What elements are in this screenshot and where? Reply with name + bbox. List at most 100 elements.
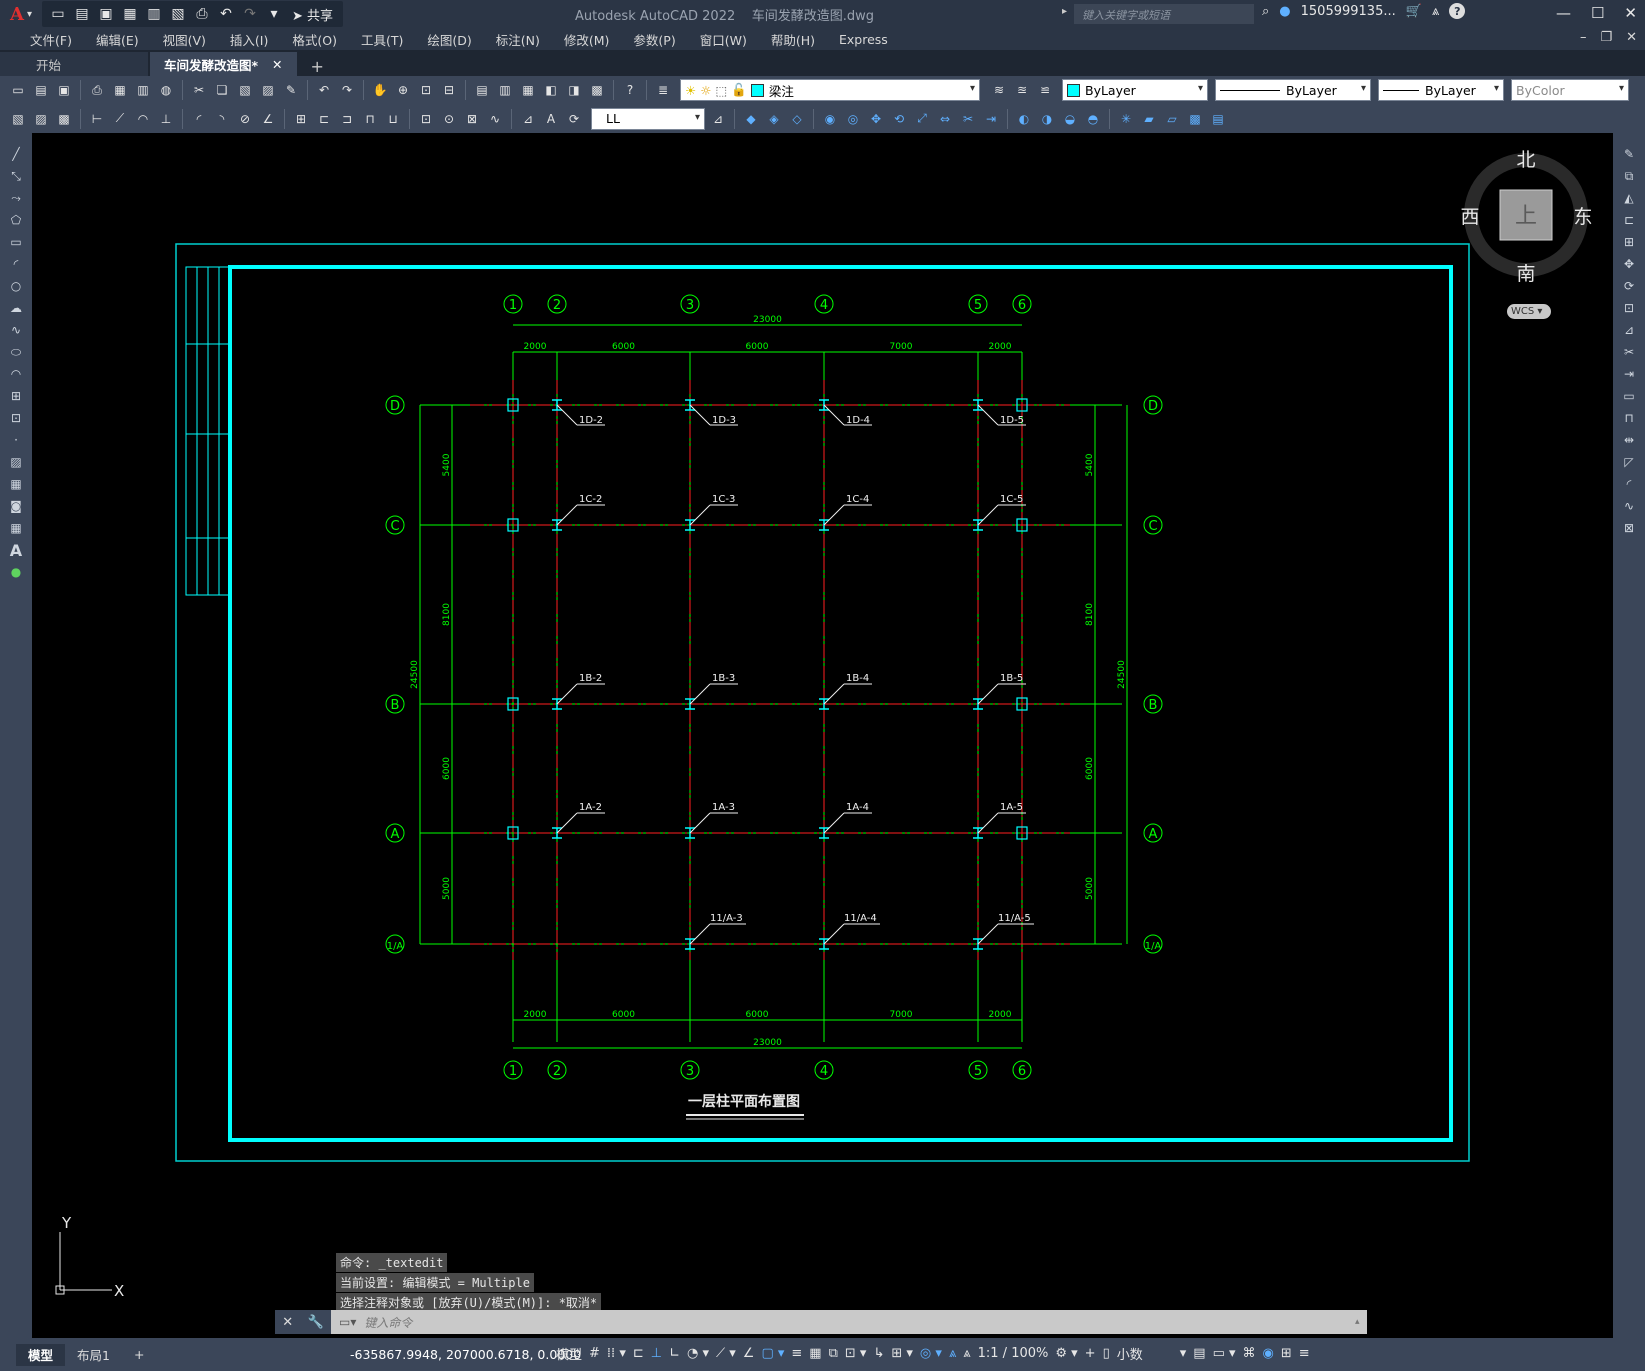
units-dropdown-icon[interactable]: ▾ <box>1180 1346 1187 1361</box>
dim-text-edit-icon[interactable]: A <box>541 109 561 129</box>
explode-icon[interactable]: ⊠ <box>1619 519 1639 537</box>
region-icon[interactable]: ◙ <box>6 497 26 515</box>
undo-icon[interactable]: ↶ <box>216 4 236 24</box>
undo-icon[interactable]: ↶ <box>314 80 334 100</box>
menu-format[interactable]: 格式(O) <box>280 30 349 49</box>
search-icon[interactable]: ⌕ <box>1262 4 1269 19</box>
center-mark-icon[interactable]: ⊙ <box>439 109 459 129</box>
paste-icon[interactable]: ▧ <box>235 80 255 100</box>
units-icon[interactable]: ▯ <box>1103 1346 1110 1361</box>
gizmo-icon[interactable]: ⊞ ▾ <box>891 1346 913 1361</box>
rotate-icon[interactable]: ⟳ <box>1619 277 1639 295</box>
scale-icon[interactable]: ⊡ <box>1619 299 1639 317</box>
snap-icon[interactable]: ⁞⁞ ▾ <box>607 1346 626 1361</box>
gradient-icon[interactable]: ▦ <box>6 475 26 493</box>
transparency-icon[interactable]: ▦ <box>809 1346 821 1361</box>
angular-icon[interactable]: ∠ <box>258 109 278 129</box>
linear-dim-icon[interactable]: ⊢ <box>87 109 107 129</box>
grid-icon[interactable]: # <box>589 1346 600 1361</box>
new-tab-button[interactable]: + <box>299 57 336 76</box>
brush-icon[interactable]: ✎ <box>281 80 301 100</box>
menu-file[interactable]: 文件(F) <box>18 30 84 49</box>
table-icon[interactable]: ▦ <box>6 519 26 537</box>
dim-edit-icon[interactable]: ⊿ <box>518 109 538 129</box>
search-expand-icon[interactable]: ▸ <box>1062 6 1067 17</box>
annotation-scale[interactable]: 1:1 / 100% <box>978 1346 1049 1361</box>
add-selected-icon[interactable]: ● <box>6 563 26 581</box>
menu-window[interactable]: 窗口(W) <box>688 30 759 49</box>
save-icon[interactable]: ▣ <box>54 80 74 100</box>
open-icon[interactable]: ▤ <box>31 80 51 100</box>
cart-icon[interactable]: 🛒 <box>1406 4 1422 19</box>
edit-spline-icon[interactable]: ▱ <box>1162 109 1182 129</box>
lock-ui-icon[interactable]: ▭ ▾ <box>1213 1346 1236 1361</box>
redo-icon[interactable]: ↷ <box>240 4 260 24</box>
move-icon[interactable]: ✥ <box>1619 255 1639 273</box>
stretch-icon[interactable]: ⇔ <box>935 109 955 129</box>
command-input[interactable]: ▭▾ 键入命令 <box>331 1310 1355 1334</box>
baseline-icon[interactable]: ⊏ <box>314 109 334 129</box>
calculator-icon[interactable]: ▩ <box>587 80 607 100</box>
infer-icon[interactable]: ⊏ <box>633 1346 644 1361</box>
inspect-icon[interactable]: ⊠ <box>462 109 482 129</box>
break-icon[interactable]: ⊔ <box>383 109 403 129</box>
explode-icon[interactable]: ✳ <box>1116 109 1136 129</box>
command-close-icon[interactable]: ✕ <box>282 1315 293 1330</box>
stretch-icon[interactable]: ⊿ <box>1619 321 1639 339</box>
make-block-icon[interactable]: ⊡ <box>6 409 26 427</box>
cut-icon[interactable]: ✂ <box>189 80 209 100</box>
dim-update-icon[interactable]: ⟳ <box>564 109 584 129</box>
publish-icon[interactable]: ▥ <box>133 80 153 100</box>
doc-close-icon[interactable]: ✕ <box>1626 30 1637 45</box>
polyline-icon[interactable]: ⤳ <box>6 189 26 207</box>
edit-hatch-icon[interactable]: ▩ <box>1185 109 1205 129</box>
design-center-icon[interactable]: ▥ <box>495 80 515 100</box>
command-customize-icon[interactable]: 🔧 <box>308 1315 324 1330</box>
diameter-icon[interactable]: ⊘ <box>235 109 255 129</box>
viewcube-east[interactable]: 东 <box>1573 206 1592 228</box>
doc-restore-icon[interactable]: ❐ <box>1600 30 1612 45</box>
lineweight-select[interactable]: ByLayer ▾ <box>1378 79 1504 101</box>
circle-icon[interactable]: ○ <box>6 277 26 295</box>
menu-help[interactable]: 帮助(H) <box>759 30 827 49</box>
pan-icon[interactable]: ✋ <box>370 80 390 100</box>
viewcube-west[interactable]: 西 <box>1460 206 1479 228</box>
erase-icon[interactable]: ◆ <box>741 109 761 129</box>
spline-icon[interactable]: ∿ <box>6 321 26 339</box>
save-as-icon[interactable]: ▦ <box>120 4 140 24</box>
radius-icon[interactable]: ◜ <box>189 109 209 129</box>
tool-b-icon[interactable]: ▨ <box>31 109 51 129</box>
save-icon[interactable]: ▣ <box>96 4 116 24</box>
hardware-accel-icon[interactable]: ◉ <box>1263 1346 1274 1361</box>
menu-express[interactable]: Express <box>827 32 900 47</box>
edit-poly-icon[interactable]: ▰ <box>1139 109 1159 129</box>
offset-icon[interactable]: ◉ <box>820 109 840 129</box>
selection-cycling-icon[interactable]: ⧉ <box>829 1346 838 1361</box>
open-icon[interactable]: ▤ <box>72 4 92 24</box>
add-icon[interactable]: + <box>1085 1346 1096 1361</box>
user-icon[interactable]: ● <box>1279 4 1290 19</box>
layer-select[interactable]: ☀ ☼ ⬚ 🔓 梁注 ▾ <box>680 79 980 101</box>
array-icon[interactable]: ◎ <box>843 109 863 129</box>
match-prop-icon[interactable]: ▨ <box>258 80 278 100</box>
aligned-dim-icon[interactable]: ⟋ <box>110 109 130 129</box>
tab-drawing[interactable]: 车间发酵改造图* ✕ <box>150 52 297 76</box>
mirror-icon[interactable]: ◇ <box>787 109 807 129</box>
otrack-icon[interactable]: ∠ <box>743 1346 755 1361</box>
trim-icon[interactable]: ✂ <box>958 109 978 129</box>
layer-previous-icon[interactable]: ≊ <box>1012 80 1032 100</box>
quick-props-icon[interactable]: ▤ <box>1193 1346 1205 1361</box>
extend-icon[interactable]: ⇥ <box>1619 365 1639 383</box>
tool-a-icon[interactable]: ▧ <box>8 109 28 129</box>
point-icon[interactable]: · <box>6 431 26 449</box>
menu-view[interactable]: 视图(V) <box>151 30 218 49</box>
a360-icon[interactable]: ⩓ <box>1432 4 1439 19</box>
copy-obj-icon[interactable]: ◈ <box>764 109 784 129</box>
plot-icon[interactable]: ⎙ <box>87 80 107 100</box>
tab-close-icon[interactable]: ✕ <box>272 57 282 72</box>
tool-c-icon[interactable]: ▩ <box>54 109 74 129</box>
fillet-icon[interactable]: ◜ <box>1619 475 1639 493</box>
new-icon[interactable]: ▭ <box>48 4 68 24</box>
ellipse-arc-icon[interactable]: ◠ <box>6 365 26 383</box>
line-icon[interactable]: ╱ <box>6 145 26 163</box>
